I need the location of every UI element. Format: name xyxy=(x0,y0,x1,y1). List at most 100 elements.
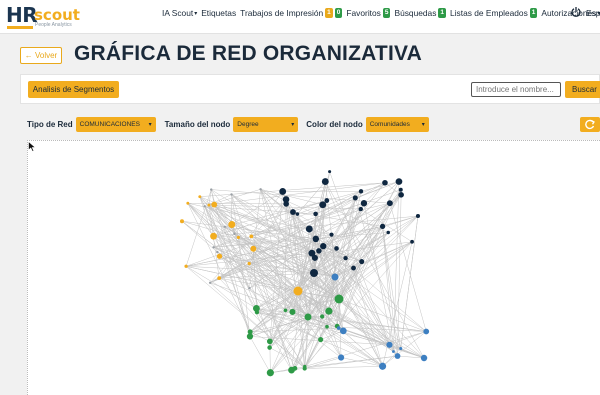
segment-analysis-button[interactable]: Analisis de Segmentos xyxy=(28,81,119,98)
graph-node[interactable] xyxy=(398,187,403,192)
graph-node[interactable] xyxy=(247,261,251,266)
graph-node[interactable] xyxy=(266,369,274,377)
graph-node[interactable] xyxy=(399,346,403,351)
graph-node[interactable] xyxy=(423,328,430,335)
nav-listas-empleados[interactable]: Listas de Empleados 1 xyxy=(450,8,538,18)
graph-node[interactable] xyxy=(250,245,257,252)
graph-node[interactable] xyxy=(329,232,334,237)
network-graph-canvas[interactable] xyxy=(27,140,600,395)
graph-node[interactable] xyxy=(336,326,341,330)
graph-node[interactable] xyxy=(386,341,393,348)
graph-node[interactable] xyxy=(334,246,339,251)
graph-node[interactable] xyxy=(312,235,320,243)
graph-node[interactable] xyxy=(319,201,327,209)
nav-favoritos[interactable]: Favoritos 5 xyxy=(346,8,391,18)
graph-node[interactable] xyxy=(207,203,211,207)
hrscout-logo[interactable]: HR scout People Analytics xyxy=(6,3,80,29)
power-icon[interactable] xyxy=(570,6,582,18)
graph-node[interactable] xyxy=(386,200,393,207)
network-graph-svg[interactable] xyxy=(28,141,600,395)
graph-node[interactable] xyxy=(211,201,218,208)
graph-node[interactable] xyxy=(313,211,318,217)
graph-node[interactable] xyxy=(334,294,344,304)
graph-node[interactable] xyxy=(325,307,333,315)
graph-node[interactable] xyxy=(289,308,296,315)
graph-node[interactable] xyxy=(420,354,428,362)
graph-node[interactable] xyxy=(186,201,190,205)
language-selector[interactable]: Esp xyxy=(586,8,600,18)
graph-node[interactable] xyxy=(358,189,364,194)
graph-node[interactable] xyxy=(310,269,318,277)
graph-node[interactable] xyxy=(247,329,253,335)
graph-node[interactable] xyxy=(343,255,348,261)
refresh-button[interactable] xyxy=(580,117,600,132)
graph-node[interactable] xyxy=(295,212,300,216)
graph-node[interactable] xyxy=(267,345,272,350)
graph-node[interactable] xyxy=(360,200,368,207)
back-button[interactable]: ← Volver xyxy=(20,47,62,64)
graph-node[interactable] xyxy=(398,191,404,198)
graph-node[interactable] xyxy=(216,253,223,259)
graph-node[interactable] xyxy=(233,232,236,236)
graph-node[interactable] xyxy=(386,230,390,235)
graph-node[interactable] xyxy=(259,188,262,191)
graph-node[interactable] xyxy=(216,250,219,254)
graph-node[interactable] xyxy=(316,248,322,254)
graph-node[interactable] xyxy=(308,249,316,257)
graph-node[interactable] xyxy=(415,213,421,219)
graph-node[interactable] xyxy=(359,258,365,265)
graph-node[interactable] xyxy=(410,239,414,244)
graph-node[interactable] xyxy=(217,276,222,281)
graph-node[interactable] xyxy=(392,350,395,353)
graph-node[interactable] xyxy=(283,308,288,313)
graph-node[interactable] xyxy=(210,188,213,191)
graph-node[interactable] xyxy=(210,232,217,240)
graph-node[interactable] xyxy=(378,362,387,370)
nav-ia-scout[interactable]: IA Scout ▾ xyxy=(162,8,197,18)
graph-node[interactable] xyxy=(305,225,313,233)
graph-node[interactable] xyxy=(320,314,325,319)
graph-node[interactable] xyxy=(328,170,332,174)
graph-node[interactable] xyxy=(358,206,363,212)
graph-node[interactable] xyxy=(292,366,298,371)
graph-node[interactable] xyxy=(382,179,388,186)
graph-node[interactable] xyxy=(252,304,260,312)
graph-node[interactable] xyxy=(282,196,290,203)
graph-node[interactable] xyxy=(223,225,227,229)
graph-node[interactable] xyxy=(302,366,307,371)
graph-node[interactable] xyxy=(337,354,345,361)
graph-node[interactable] xyxy=(318,336,324,343)
network-type-select[interactable]: COMUNICACIONES ▾ xyxy=(75,117,156,132)
graph-node[interactable] xyxy=(394,353,401,359)
nav-etiquetas[interactable]: Etiquetas xyxy=(201,8,236,18)
graph-node[interactable] xyxy=(379,223,386,229)
search-input[interactable] xyxy=(471,82,561,97)
nav-busquedas[interactable]: Búsquedas 1 xyxy=(394,8,447,18)
graph-node[interactable] xyxy=(279,188,287,195)
graph-node[interactable] xyxy=(198,195,202,199)
graph-node[interactable] xyxy=(212,246,215,249)
graph-node[interactable] xyxy=(290,209,296,215)
graph-node[interactable] xyxy=(248,286,251,290)
graph-node[interactable] xyxy=(249,234,254,239)
graph-node[interactable] xyxy=(293,286,303,296)
graph-node[interactable] xyxy=(325,324,329,329)
graph-node[interactable] xyxy=(203,205,206,208)
graph-node[interactable] xyxy=(331,273,339,281)
graph-node[interactable] xyxy=(184,264,188,268)
graph-node[interactable] xyxy=(321,178,329,186)
graph-node[interactable] xyxy=(339,327,347,335)
graph-node[interactable] xyxy=(324,198,330,203)
graph-node[interactable] xyxy=(230,193,233,196)
graph-node[interactable] xyxy=(320,242,327,250)
graph-node[interactable] xyxy=(228,221,236,229)
graph-node[interactable] xyxy=(304,313,312,321)
graph-node[interactable] xyxy=(236,235,240,240)
graph-node[interactable] xyxy=(179,219,184,224)
graph-node[interactable] xyxy=(351,265,356,271)
node-color-select[interactable]: Comunidades ▾ xyxy=(365,117,429,132)
graph-node[interactable] xyxy=(395,178,403,185)
search-button[interactable]: Buscar xyxy=(565,81,600,98)
graph-node[interactable] xyxy=(208,281,212,285)
nav-trabajos-impresion[interactable]: Trabajos de Impresión 1 0 xyxy=(240,8,343,18)
